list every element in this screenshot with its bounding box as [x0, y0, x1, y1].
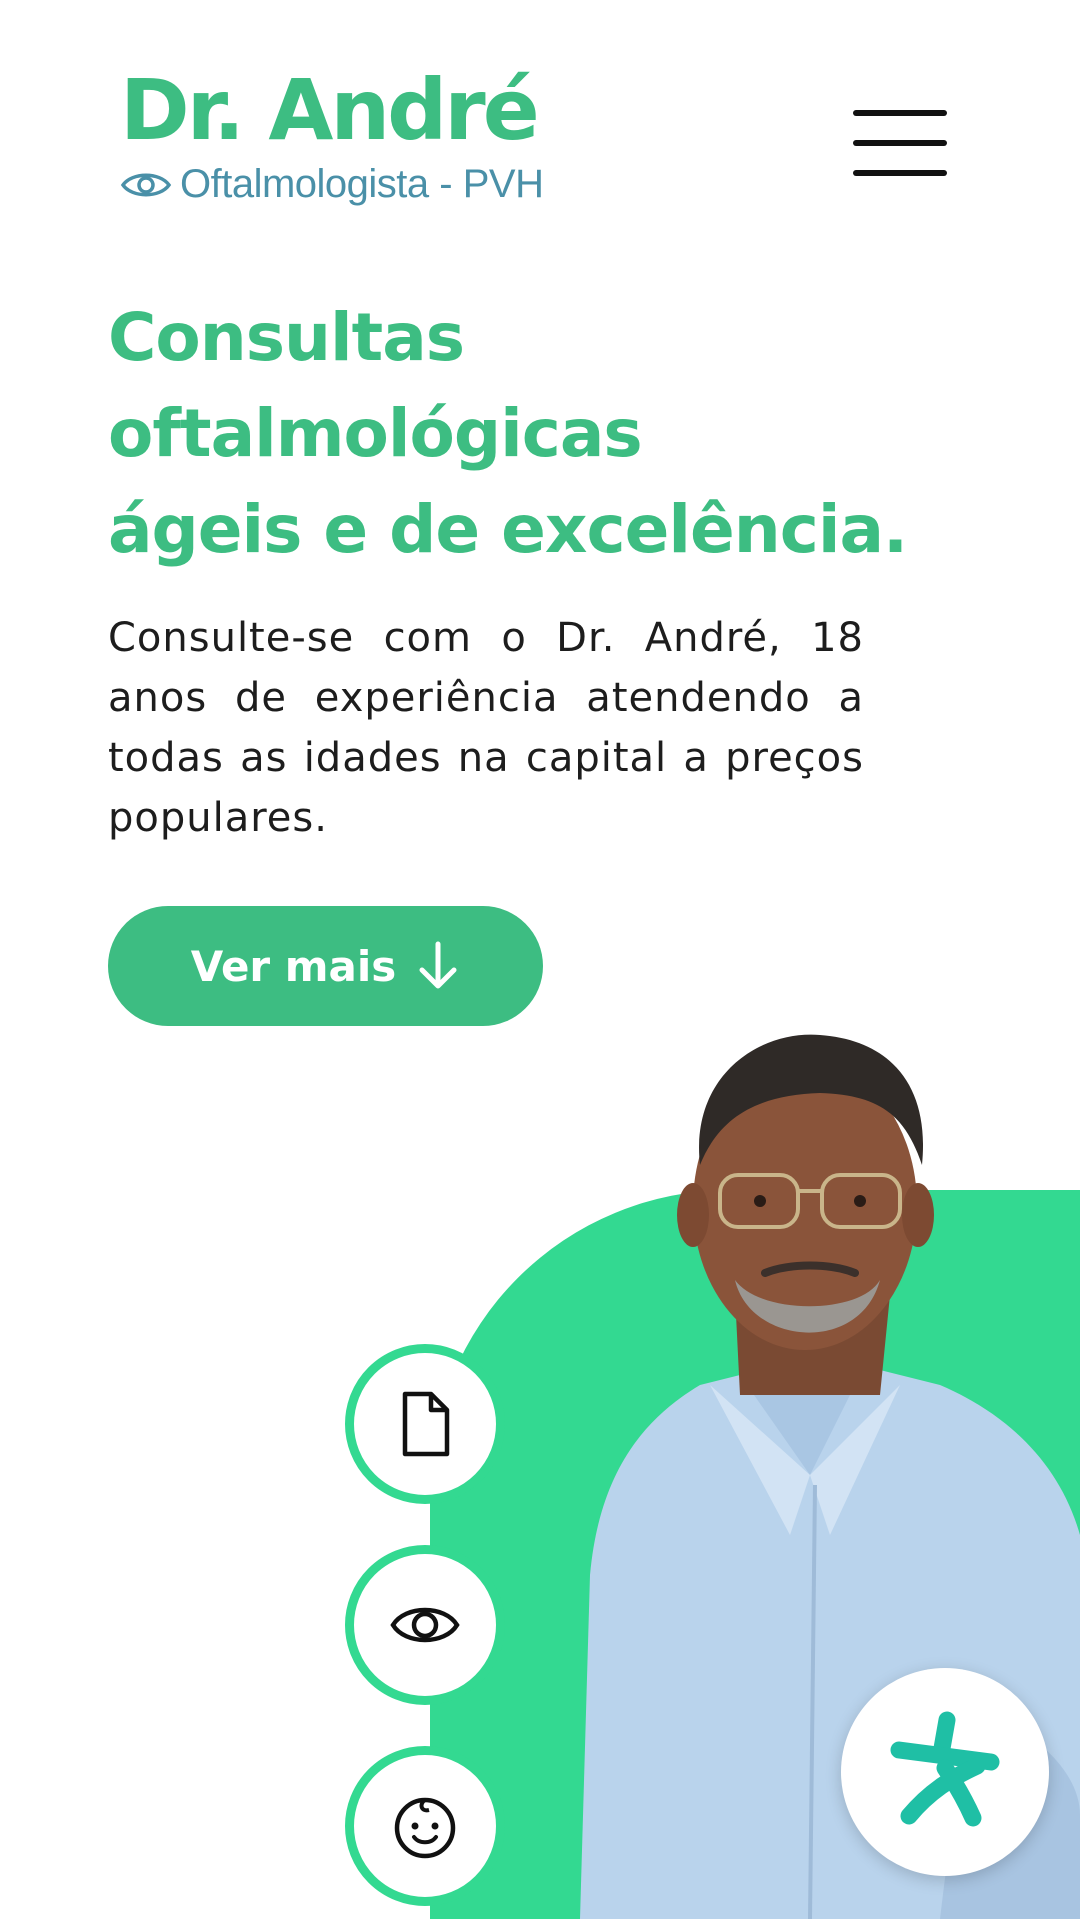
- ver-mais-button[interactable]: Ver mais: [108, 906, 543, 1026]
- brand-subtitle-row: Oftalmologista - PVH: [120, 162, 544, 207]
- brand-subtitle: Oftalmologista - PVH: [180, 162, 544, 206]
- doctoralia-fab-button[interactable]: [841, 1668, 1049, 1876]
- doctoralia-logo-icon: [890, 1711, 1000, 1827]
- document-icon: [402, 1391, 450, 1457]
- brand-name: Dr. André: [120, 61, 540, 159]
- hero-title: Consultas oftalmológicas ágeis e de exce…: [108, 290, 928, 578]
- ver-mais-label: Ver mais: [190, 941, 397, 991]
- hero-title-line: ágeis e de excelência.: [108, 491, 908, 568]
- feature-eye-exam-button[interactable]: [345, 1545, 505, 1705]
- hero-description: Consulte-se com o Dr. André, 18 anos de …: [108, 615, 864, 841]
- hamburger-menu-icon[interactable]: [853, 104, 947, 180]
- feature-pediatric-button[interactable]: [345, 1746, 505, 1906]
- hero-title-line: Consultas: [108, 299, 465, 376]
- brand-logo[interactable]: Dr. André Oftalmologista - PVH: [120, 60, 544, 207]
- eye-icon: [390, 1607, 460, 1643]
- baby-face-icon: [394, 1797, 456, 1859]
- feature-documents-button[interactable]: [345, 1344, 505, 1504]
- eye-icon: [120, 173, 172, 196]
- hero-title-line: oftalmológicas: [108, 395, 643, 472]
- arrow-down-icon: [419, 941, 457, 989]
